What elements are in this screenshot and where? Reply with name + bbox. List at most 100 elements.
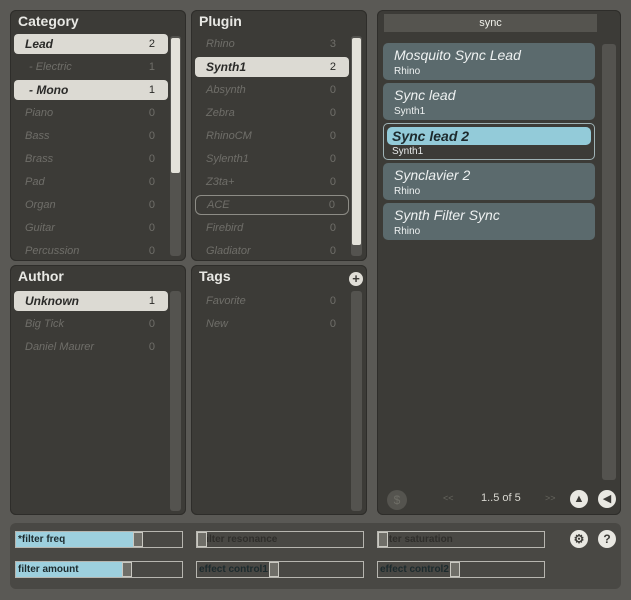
plugin-item-label: RhinoCM [206, 130, 252, 142]
prev-page-button[interactable]: << [443, 493, 454, 503]
plugin-title: Plugin [199, 13, 242, 29]
slider-handle[interactable] [269, 562, 279, 577]
plugin-item-count: 0 [329, 245, 336, 257]
results-scrollbar[interactable] [602, 44, 616, 480]
result-item-selected[interactable]: Sync lead 2 Synth1 [383, 123, 595, 160]
plugin-item-label: Rhino [206, 38, 235, 50]
filter-resonance-slider[interactable]: *filter resonance [196, 531, 364, 548]
plugin-scroll-thumb[interactable] [352, 38, 361, 245]
plugin-item-count: 0 [328, 199, 335, 211]
category-item-label: - Mono [29, 83, 69, 97]
result-item[interactable]: Mosquito Sync Lead Rhino [383, 43, 595, 80]
result-plugin: Synth1 [392, 146, 424, 157]
slider-handle[interactable] [133, 532, 143, 547]
effect-control2-slider[interactable]: effect control2 [377, 561, 545, 578]
plugin-item-rhino[interactable]: Rhino 3 [195, 34, 349, 54]
category-item-brass[interactable]: Brass 0 [14, 149, 168, 169]
author-item-count: 0 [148, 341, 155, 353]
category-item-count: 1 [148, 61, 155, 73]
result-item[interactable]: Sync lead Synth1 [383, 83, 595, 120]
category-item-label: Organ [25, 199, 56, 211]
author-item-label: Big Tick [25, 318, 65, 330]
tag-item-favorite[interactable]: Favorite 0 [195, 291, 349, 311]
author-item-daniel-maurer[interactable]: Daniel Maurer 0 [14, 337, 168, 357]
plugin-item-z3ta[interactable]: Z3ta+ 0 [195, 172, 349, 192]
category-item-count: 0 [148, 245, 155, 257]
result-plugin: Rhino [394, 66, 421, 77]
plugin-item-count: 0 [329, 130, 336, 142]
dollar-icon[interactable]: $ [387, 490, 407, 510]
slider-label: effect control1 [199, 564, 268, 575]
gear-icon[interactable]: ⚙ [570, 530, 588, 548]
plugin-scrollbar[interactable] [351, 36, 362, 256]
author-item-count: 1 [148, 295, 155, 307]
tag-item-label: Favorite [206, 295, 246, 307]
category-item-organ[interactable]: Organ 0 [14, 195, 168, 215]
slider-handle[interactable] [122, 562, 132, 577]
upload-icon[interactable]: ▲ [570, 490, 588, 508]
plugin-item-rhinocm[interactable]: RhinoCM 0 [195, 126, 349, 146]
slider-label: effect control2 [380, 564, 449, 575]
plugin-item-synth1[interactable]: Synth1 2 [195, 57, 349, 77]
category-item-count: 0 [148, 153, 155, 165]
author-item-big-tick[interactable]: Big Tick 0 [14, 314, 168, 334]
category-item-count: 0 [148, 176, 155, 188]
category-scrollbar[interactable] [170, 36, 181, 256]
category-panel: Category Lead 2 - Electric 1 - Mono 1 Pi… [10, 10, 186, 261]
plugin-item-count: 0 [329, 107, 336, 119]
tags-panel: Tags + Favorite 0 New 0 [191, 265, 367, 515]
result-name: Sync lead [394, 87, 456, 103]
plugin-item-gladiator[interactable]: Gladiator 0 [195, 241, 349, 257]
result-name: Mosquito Sync Lead [394, 47, 521, 63]
tag-item-new[interactable]: New 0 [195, 314, 349, 334]
plugin-item-zebra[interactable]: Zebra 0 [195, 103, 349, 123]
category-item-percussion[interactable]: Percussion 0 [14, 241, 168, 257]
plus-icon[interactable]: + [349, 272, 363, 286]
plugin-item-firebird[interactable]: Firebird 0 [195, 218, 349, 238]
author-scrollbar[interactable] [170, 291, 181, 511]
category-item-label: Lead [25, 37, 54, 51]
result-name: Synth Filter Sync [394, 207, 500, 223]
result-item[interactable]: Synclavier 2 Rhino [383, 163, 595, 200]
back-icon[interactable]: ◀ [598, 490, 616, 508]
filter-saturation-slider[interactable]: filter saturation [377, 531, 545, 548]
slider-handle[interactable] [450, 562, 460, 577]
plugin-item-count: 0 [329, 176, 336, 188]
category-item-guitar[interactable]: Guitar 0 [14, 218, 168, 238]
plugin-item-sylenth1[interactable]: Sylenth1 0 [195, 149, 349, 169]
category-list: Lead 2 - Electric 1 - Mono 1 Piano 0 Bas… [14, 34, 168, 257]
result-name: Synclavier 2 [394, 167, 471, 183]
category-item-piano[interactable]: Piano 0 [14, 103, 168, 123]
category-item-count: 0 [148, 222, 155, 234]
next-page-button[interactable]: >> [545, 493, 556, 503]
plugin-item-count: 0 [329, 84, 336, 96]
plugin-item-ace[interactable]: ACE 0 [195, 195, 349, 215]
category-item-electric[interactable]: - Electric 1 [14, 57, 168, 77]
category-scroll-thumb[interactable] [171, 38, 180, 173]
result-plugin: Synth1 [394, 106, 426, 117]
slider-label: *filter freq [18, 534, 66, 545]
category-item-mono[interactable]: - Mono 1 [14, 80, 168, 100]
help-icon[interactable]: ? [598, 530, 616, 548]
category-item-label: Piano [25, 107, 54, 119]
category-item-label: - Electric [29, 61, 72, 73]
category-item-count: 2 [148, 38, 155, 50]
result-item[interactable]: Synth Filter Sync Rhino [383, 203, 595, 240]
slider-handle[interactable] [197, 532, 207, 547]
tags-scrollbar[interactable] [351, 291, 362, 511]
category-item-label: Brass [25, 153, 54, 165]
plugin-item-absynth[interactable]: Absynth 0 [195, 80, 349, 100]
author-item-unknown[interactable]: Unknown 1 [14, 291, 168, 311]
slider-label: filter amount [18, 564, 79, 575]
category-item-lead[interactable]: Lead 2 [14, 34, 168, 54]
effect-control1-slider[interactable]: effect control1 [196, 561, 364, 578]
category-item-pad[interactable]: Pad 0 [14, 172, 168, 192]
slider-handle[interactable] [378, 532, 388, 547]
tags-title: Tags [199, 268, 231, 284]
author-item-label: Daniel Maurer [25, 341, 95, 353]
filter-freq-slider[interactable]: *filter freq [15, 531, 183, 548]
filter-amount-slider[interactable]: filter amount [15, 561, 183, 578]
plugin-item-count: 0 [329, 153, 336, 165]
search-input[interactable] [384, 14, 597, 32]
category-item-bass[interactable]: Bass 0 [14, 126, 168, 146]
